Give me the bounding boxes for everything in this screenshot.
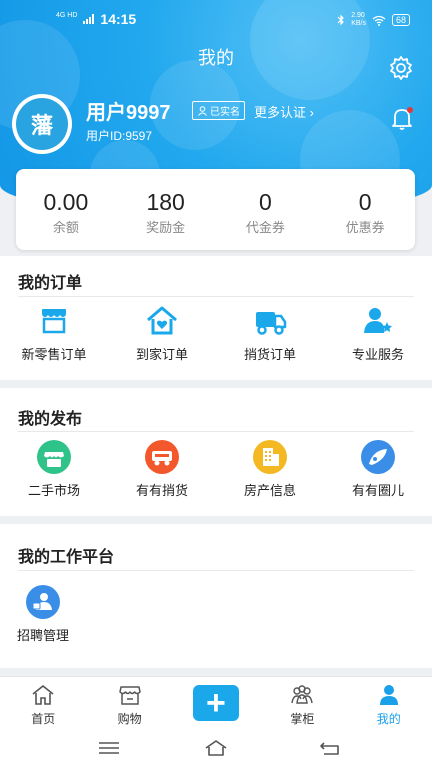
workbench-section: 我的工作平台 招聘管理 — [0, 524, 432, 668]
home-nav-icon[interactable] — [204, 738, 228, 758]
battery-indicator: 68 — [391, 14, 410, 26]
wifi-icon — [372, 15, 386, 26]
tab-label: 掌柜 — [290, 712, 315, 726]
id-card-icon — [198, 106, 207, 116]
more-auth-link[interactable]: 更多认证 › — [254, 102, 314, 121]
publish-delivery[interactable]: 有有捎货 — [108, 440, 216, 499]
store-icon — [42, 309, 66, 334]
section-title: 我的订单 — [18, 275, 83, 292]
truck-icon — [256, 312, 287, 335]
divider — [18, 296, 414, 297]
page-title: 我的 — [198, 48, 234, 68]
bottom-tab-bar: 首页 购物 + 掌柜 我的 — [0, 676, 432, 728]
section-title: 我的发布 — [18, 411, 83, 428]
workbench-recruitment[interactable]: 招聘管理 — [0, 585, 86, 644]
tab-label: 首页 — [31, 712, 56, 726]
stat-label: 奖励金 — [146, 220, 186, 235]
home-heart-icon — [147, 306, 177, 335]
publish-secondhand[interactable]: 二手市场 — [0, 440, 108, 499]
tab-shop[interactable]: 购物 — [86, 677, 172, 728]
real-estate-icon — [253, 440, 287, 474]
cell-label: 二手市场 — [27, 483, 80, 498]
stat-label: 优惠券 — [345, 220, 385, 235]
divider — [18, 570, 414, 571]
secondhand-market-icon — [37, 440, 71, 474]
wallet-stats-card: 0.00 余额 180 奖励金 0 代金券 0 优惠券 — [16, 169, 415, 250]
avatar[interactable]: 藩 — [12, 94, 72, 154]
stat-value: 180 — [146, 189, 185, 215]
tab-label: 购物 — [117, 712, 142, 726]
net-speed-value: 2.90 — [351, 12, 365, 19]
order-home-delivery[interactable]: 到家订单 — [108, 304, 216, 363]
avatar-logo: 藩 — [16, 98, 68, 150]
cell-label: 有有圈儿 — [351, 483, 404, 498]
cell-label: 捎货订单 — [243, 347, 296, 362]
stat-value: 0 — [258, 189, 272, 215]
profile-icon — [379, 685, 398, 705]
shop-icon — [118, 686, 141, 705]
cell-label: 专业服务 — [351, 347, 404, 362]
circle-icon — [361, 440, 395, 474]
cell-label: 房产信息 — [243, 483, 296, 498]
clock: 14:15 — [100, 11, 137, 27]
divider — [18, 431, 414, 432]
tab-publish[interactable]: + — [173, 677, 259, 728]
section-title: 我的工作平台 — [18, 549, 115, 566]
professional-service-icon — [364, 308, 392, 333]
delivery-icon — [145, 440, 179, 474]
verified-label: 已实名 — [210, 107, 240, 118]
order-errand[interactable]: 捎货订单 — [216, 304, 324, 363]
shopkeeper-icon — [291, 685, 314, 704]
publish-real-estate[interactable]: 房产信息 — [216, 440, 324, 499]
publish-circle[interactable]: 有有圈儿 — [324, 440, 432, 499]
stat-label: 代金券 — [245, 220, 285, 235]
stat-value: 0 — [358, 189, 372, 215]
stat-reward[interactable]: 180 奖励金 — [116, 169, 216, 250]
status-bar: 4G HD 14:15 2.90 KB/s 68 — [0, 0, 432, 38]
cell-label: 到家订单 — [135, 347, 188, 362]
tab-shopkeeper[interactable]: 掌柜 — [259, 677, 345, 728]
network-type-label: 4G HD — [56, 11, 78, 19]
notification-bell-icon[interactable] — [389, 105, 415, 131]
back-icon[interactable] — [318, 738, 342, 758]
stat-balance[interactable]: 0.00 余额 — [16, 169, 116, 250]
tab-home[interactable]: 首页 — [0, 677, 86, 728]
user-id: 用户ID:9597 — [86, 129, 153, 143]
system-navigation-bar — [0, 728, 432, 768]
tab-profile[interactable]: 我的 — [346, 677, 432, 728]
net-speed-unit: KB/s — [351, 20, 366, 27]
cell-label: 招聘管理 — [16, 628, 69, 643]
orders-section: 我的订单 新零售订单 到家订单 捎货订单 专业服务 — [0, 256, 432, 380]
settings-gear-icon[interactable] — [388, 55, 414, 81]
stat-voucher[interactable]: 0 代金券 — [216, 169, 316, 250]
cell-label: 新零售订单 — [21, 347, 87, 362]
user-name: 用户9997 — [86, 102, 171, 124]
tab-label: 我的 — [376, 712, 401, 726]
stat-value: 0.00 — [43, 189, 89, 215]
recruitment-icon — [26, 585, 60, 619]
menu-icon[interactable] — [97, 738, 121, 758]
plus-icon: + — [192, 685, 239, 721]
signal-icon — [83, 14, 95, 24]
order-professional-service[interactable]: 专业服务 — [324, 304, 432, 363]
order-new-retail[interactable]: 新零售订单 — [0, 304, 108, 363]
bluetooth-icon — [337, 14, 345, 26]
stat-coupon[interactable]: 0 优惠券 — [315, 169, 415, 250]
verified-badge: 已实名 — [192, 101, 245, 120]
home-icon — [32, 685, 54, 705]
cell-label: 有有捎货 — [135, 483, 188, 498]
stat-label: 余额 — [52, 220, 79, 235]
publish-section: 我的发布 二手市场 有有捎货 房产信息 有有圈儿 — [0, 388, 432, 516]
